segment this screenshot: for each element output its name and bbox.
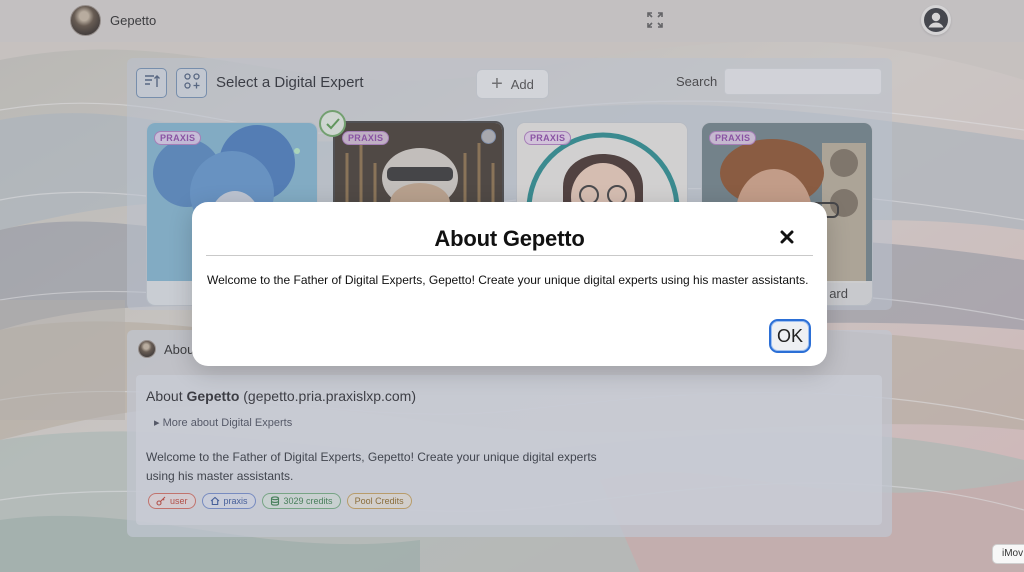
dialog-title: About Gepetto <box>434 226 585 251</box>
dock-tooltip: iMov <box>992 544 1024 564</box>
dialog-divider <box>206 255 813 256</box>
close-button[interactable] <box>776 226 798 248</box>
ok-button[interactable]: OK <box>769 319 811 353</box>
close-icon <box>780 230 794 244</box>
about-dialog: About Gepetto Welcome to the Father of D… <box>192 202 827 366</box>
dialog-body: Welcome to the Father of Digital Experts… <box>207 273 809 287</box>
